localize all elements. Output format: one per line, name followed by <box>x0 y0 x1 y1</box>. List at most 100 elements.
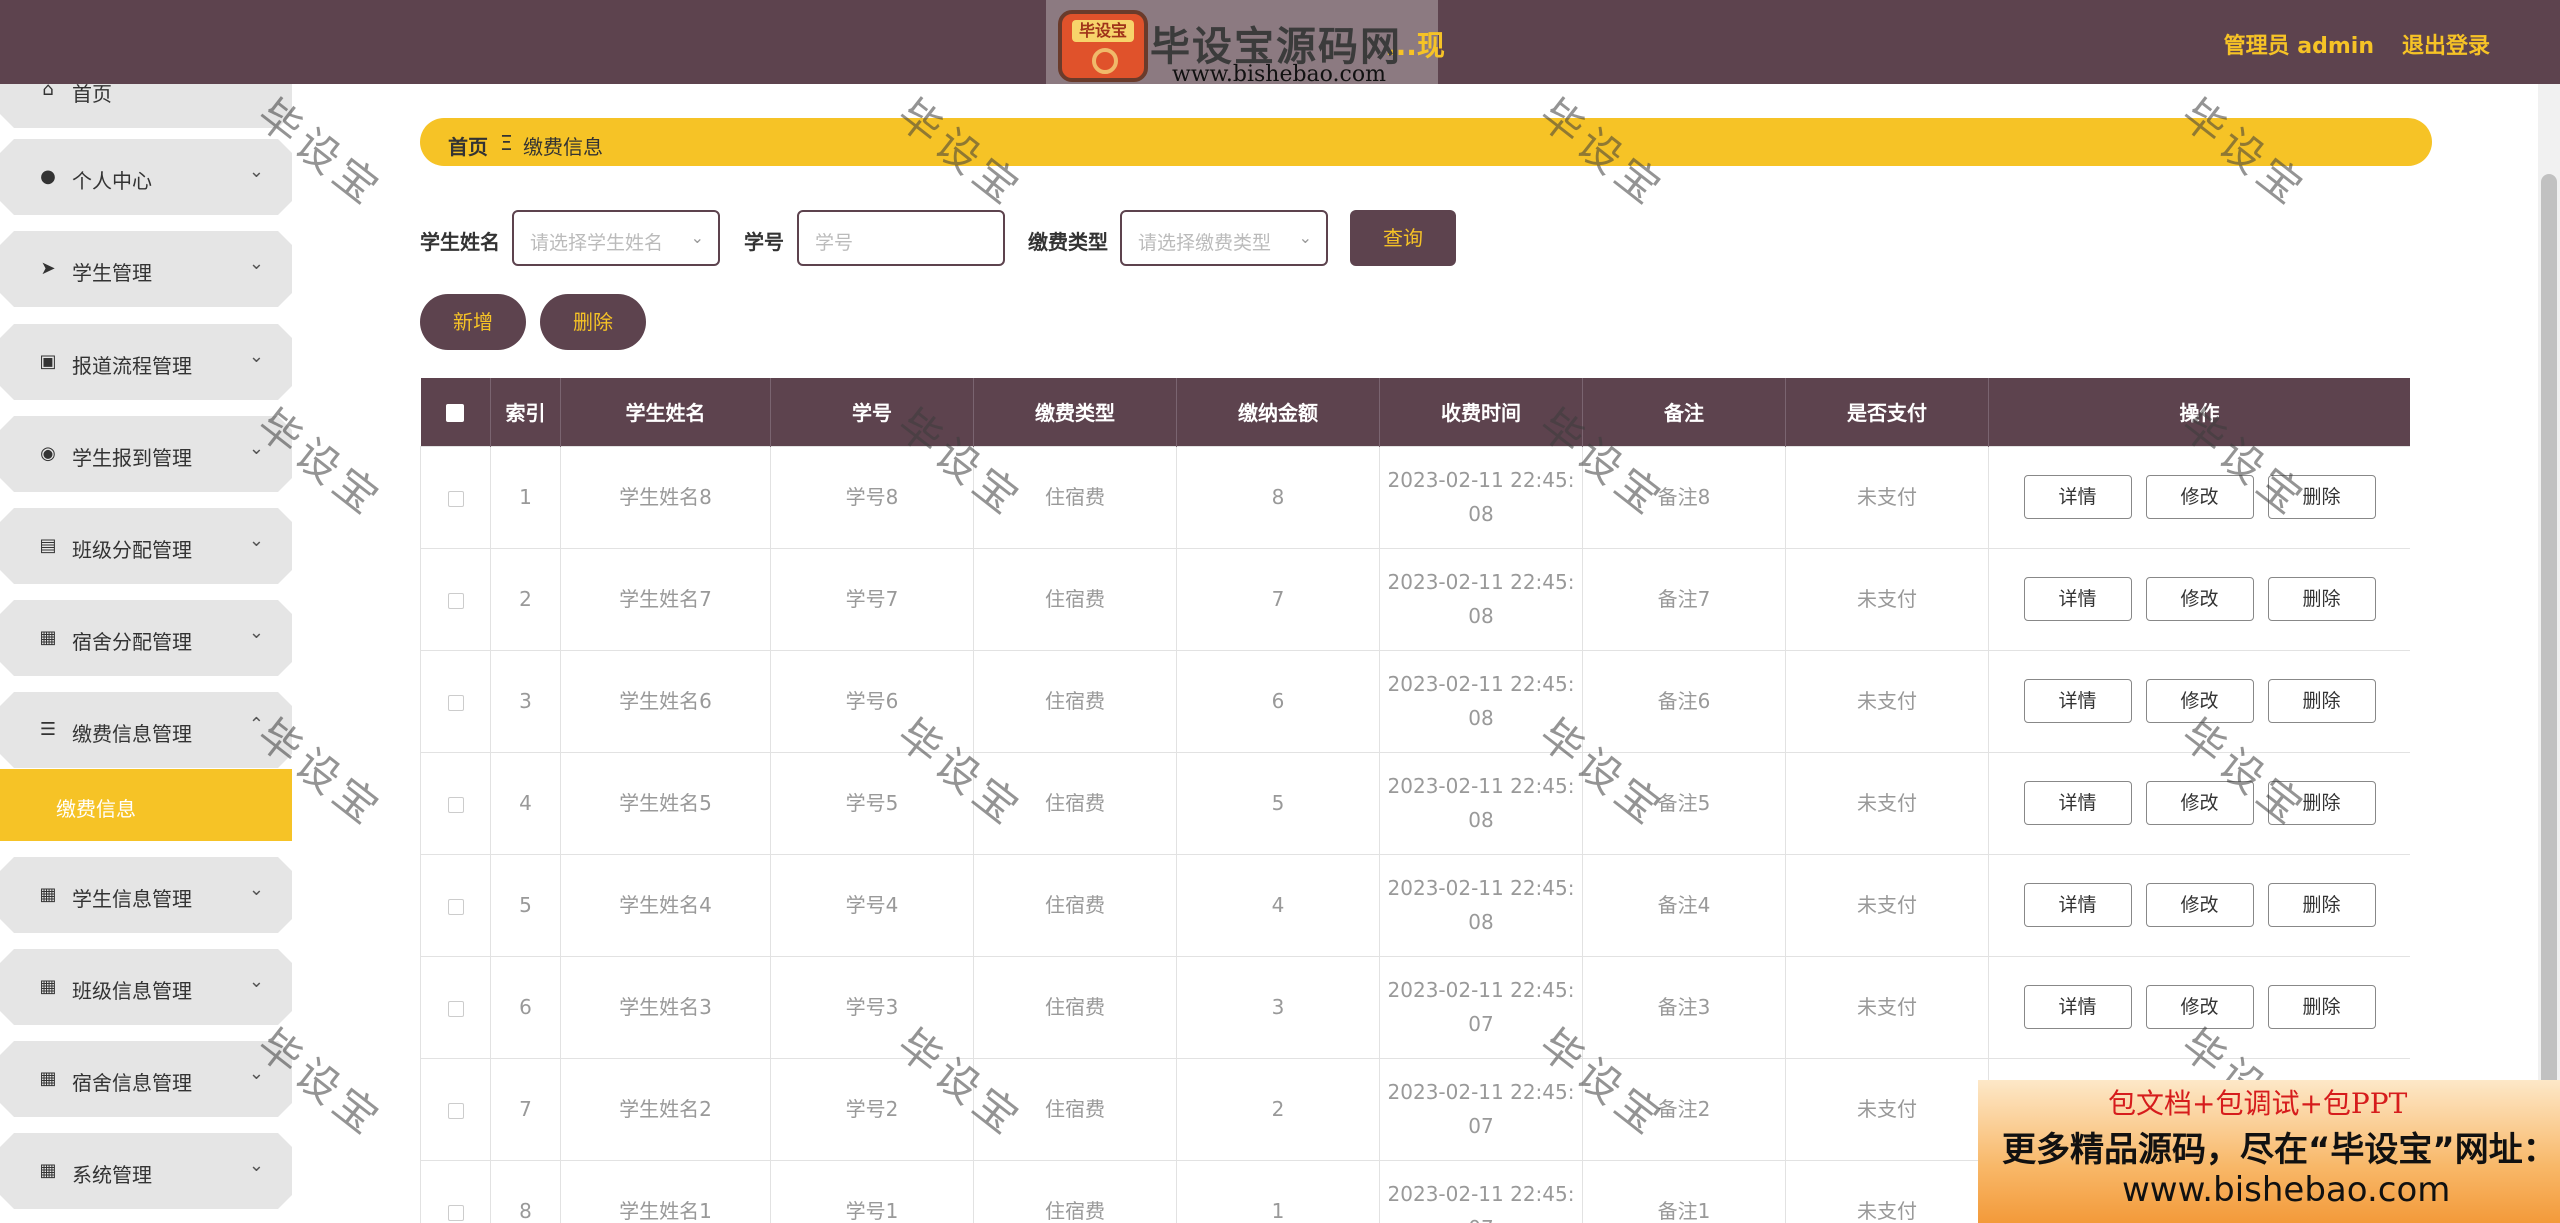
logo-url: www.bishebao.com <box>1172 62 1386 87</box>
sidebar-item-student-report[interactable]: ◉ 学生报到管理 ⌄ <box>0 416 292 492</box>
sidebar-item-class-info[interactable]: ▦ 班级信息管理 ⌄ <box>0 949 292 1025</box>
row-checkbox[interactable] <box>447 1000 464 1017</box>
delete-button[interactable]: 删除 <box>2267 985 2376 1029</box>
cell-student-no: 学号6 <box>770 649 974 753</box>
cell-student-name: 学生姓名5 <box>560 751 771 855</box>
edit-button[interactable]: 修改 <box>2145 475 2254 519</box>
row-checkbox[interactable] <box>447 694 464 711</box>
sidebar-item-report-flow[interactable]: ▣ 报道流程管理 ⌄ <box>0 324 292 400</box>
detail-button[interactable]: 详情 <box>2023 679 2132 723</box>
breadcrumb-home[interactable]: 首页 <box>448 131 488 160</box>
row-checkbox[interactable] <box>447 1102 464 1119</box>
logout-link[interactable]: 退出登录 <box>2402 28 2490 60</box>
detail-button[interactable]: 详情 <box>2023 781 2132 825</box>
breadcrumb: 首页 Ξ 缴费信息 <box>420 118 2432 166</box>
edit-button[interactable]: 修改 <box>2145 781 2254 825</box>
sidebar-item-students[interactable]: ➤ 学生管理 ⌄ <box>0 231 292 307</box>
row-select-cell[interactable] <box>420 1057 491 1161</box>
table-header-row: 索引 学生姓名 学号 缴费类型 缴纳金额 收费时间 备注 是否支付 操作 <box>420 378 2410 446</box>
row-select-cell[interactable] <box>420 1159 491 1223</box>
sidebar-subitem-fee-info[interactable]: 缴费信息 <box>0 769 292 841</box>
cell-fee-type: 住宿费 <box>973 853 1177 957</box>
sidebar: ⌂ 首页 ● 个人中心 ⌄ ➤ 学生管理 ⌄ ▣ 报道流程管理 ⌄ ◉ 学生报到… <box>0 84 300 1223</box>
sidebar-item-home[interactable]: ⌂ 首页 <box>0 84 292 128</box>
edit-button[interactable]: 修改 <box>2145 577 2254 621</box>
student-name-select[interactable]: 请选择学生姓名 ⌄ <box>512 210 720 266</box>
header-amount: 缴纳金额 <box>1176 378 1380 446</box>
bulb-icon: ◉ <box>40 443 56 464</box>
cell-amount: 8 <box>1176 445 1380 549</box>
delete-button[interactable]: 删除 <box>2267 883 2376 927</box>
delete-button[interactable]: 删除 <box>2267 679 2376 723</box>
cell-time: 2023-02-11 22:45: 07 <box>1379 1057 1583 1161</box>
cell-student-name: 学生姓名6 <box>560 649 771 753</box>
cell-fee-type: 住宿费 <box>973 547 1177 651</box>
batch-delete-button[interactable]: 删除 <box>540 294 646 350</box>
row-checkbox[interactable] <box>447 898 464 915</box>
cell-student-name: 学生姓名8 <box>560 445 771 549</box>
sidebar-item-profile[interactable]: ● 个人中心 ⌄ <box>0 139 292 215</box>
cell-fee-type: 住宿费 <box>973 1057 1177 1161</box>
row-checkbox[interactable] <box>447 592 464 609</box>
edit-button[interactable]: 修改 <box>2145 679 2254 723</box>
query-button[interactable]: 查询 <box>1350 210 1456 266</box>
student-name-label: 学生姓名 <box>420 230 500 254</box>
sidebar-item-label: 班级分配管理 <box>72 538 192 562</box>
sidebar-item-fee-info[interactable]: ☰ 缴费信息管理 ⌃ <box>0 692 292 768</box>
breadcrumb-current: 缴费信息 <box>523 135 603 159</box>
sidebar-item-system[interactable]: ▦ 系统管理 ⌄ <box>0 1133 292 1209</box>
sidebar-item-dorm-info[interactable]: ▦ 宿舍信息管理 ⌄ <box>0 1041 292 1117</box>
cell-note: 备注5 <box>1582 751 1786 855</box>
edit-button[interactable]: 修改 <box>2145 883 2254 927</box>
cell-note: 备注8 <box>1582 445 1786 549</box>
table-row: 6 学生姓名3 学号3 住宿费 3 2023-02-11 22:45: 07 备注3 未支付 详情… <box>420 955 2410 1059</box>
ad-line2: 更多精品源码，尽在“毕设宝”网址： <box>2002 1130 2557 1170</box>
delete-button[interactable]: 删除 <box>2267 781 2376 825</box>
row-checkbox[interactable] <box>447 1204 464 1221</box>
row-select-cell[interactable] <box>420 547 491 651</box>
row-checkbox[interactable] <box>447 796 464 813</box>
chevron-down-icon: ⌄ <box>248 346 264 367</box>
ad-banner[interactable]: 包文档+包调试+包PPT 更多精品源码，尽在“毕设宝”网址： www.bishe… <box>1978 1080 2560 1223</box>
add-button[interactable]: 新增 <box>420 294 526 350</box>
detail-button[interactable]: 详情 <box>2023 883 2132 927</box>
row-select-cell[interactable] <box>420 445 491 549</box>
cell-fee-type: 住宿费 <box>973 1159 1177 1223</box>
row-checkbox[interactable] <box>447 490 464 507</box>
row-select-cell[interactable] <box>420 751 491 855</box>
delete-button[interactable]: 删除 <box>2267 577 2376 621</box>
fee-type-select[interactable]: 请选择缴费类型 ⌄ <box>1120 210 1328 266</box>
scrollbar-thumb[interactable] <box>2541 174 2557 1174</box>
sidebar-item-label: 宿舍分配管理 <box>72 630 192 654</box>
cell-paid: 未支付 <box>1785 445 1989 549</box>
grid-icon: ▦ <box>39 884 57 905</box>
student-no-input[interactable]: 学号 <box>797 210 1005 266</box>
detail-button[interactable]: 详情 <box>2023 985 2132 1029</box>
cell-note: 备注1 <box>1582 1159 1786 1223</box>
cell-note: 备注7 <box>1582 547 1786 651</box>
cell-fee-type: 住宿费 <box>973 649 1177 753</box>
select-all-checkbox[interactable] <box>446 404 465 423</box>
cell-time-line2: 08 <box>1468 502 1494 526</box>
row-select-cell[interactable] <box>420 853 491 957</box>
detail-button[interactable]: 详情 <box>2023 475 2132 519</box>
cell-amount: 3 <box>1176 955 1380 1059</box>
sidebar-item-student-info[interactable]: ▦ 学生信息管理 ⌄ <box>0 857 292 933</box>
chevron-down-icon: ⌄ <box>248 879 264 900</box>
chevron-down-icon: ⌄ <box>248 253 264 274</box>
row-select-cell[interactable] <box>420 955 491 1059</box>
cell-time-line2: 08 <box>1468 808 1494 832</box>
edit-button[interactable]: 修改 <box>2145 985 2254 1029</box>
header-student-no: 学号 <box>770 378 974 446</box>
detail-button[interactable]: 详情 <box>2023 577 2132 621</box>
row-select-cell[interactable] <box>420 649 491 753</box>
select-all-cell[interactable] <box>420 378 491 446</box>
cell-actions: 详情修改删除 <box>1988 547 2410 651</box>
sidebar-item-label: 首页 <box>72 84 112 106</box>
delete-button[interactable]: 删除 <box>2267 475 2376 519</box>
sidebar-item-label: 学生报到管理 <box>72 446 192 470</box>
cell-amount: 6 <box>1176 649 1380 753</box>
sidebar-item-class-assign[interactable]: ▤ 班级分配管理 ⌄ <box>0 508 292 584</box>
sidebar-item-dorm-assign[interactable]: ▦ 宿舍分配管理 ⌄ <box>0 600 292 676</box>
page-scrollbar[interactable] <box>2538 84 2560 1223</box>
